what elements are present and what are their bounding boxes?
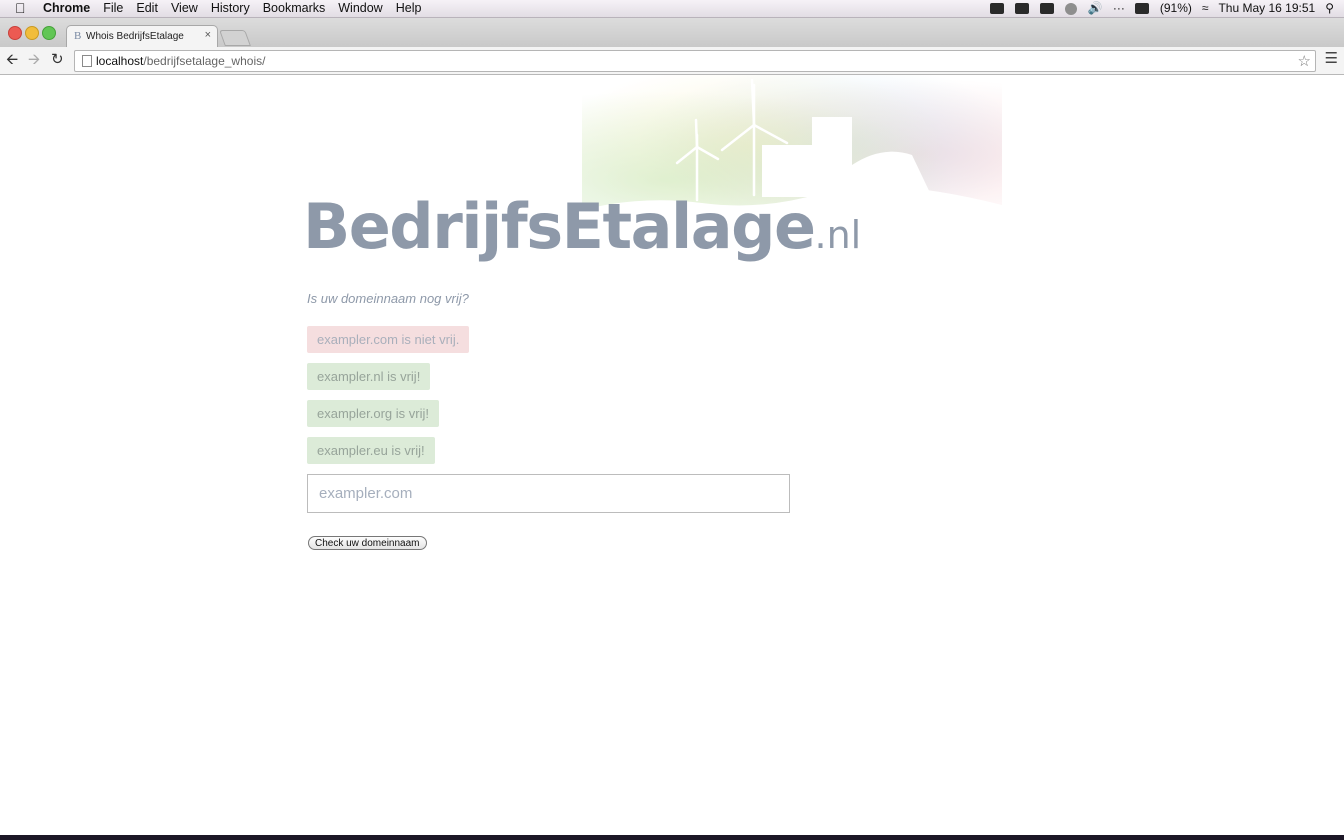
- status-area: 🔊 ··· (91%) ≈ Thu May 16 19:51 ⚲: [989, 0, 1344, 17]
- app-menus: Chrome File Edit View History Bookmarks …: [43, 0, 434, 17]
- reload-icon[interactable]: ↻: [51, 52, 64, 68]
- battery-icon[interactable]: [1134, 3, 1149, 14]
- url-host: localhost: [96, 54, 144, 68]
- menu-help[interactable]: Help: [396, 0, 422, 17]
- chrome-menu-icon[interactable]: ☰: [1325, 51, 1338, 67]
- result-nl: exampler.nl is vrij!: [307, 363, 431, 390]
- menu-file[interactable]: File: [103, 0, 123, 17]
- browser-toolbar: 🡨 🡪 ↻ localhost/bedrijfsetalage_whois/ ☆…: [0, 47, 1344, 75]
- menu-view[interactable]: View: [171, 0, 198, 17]
- menubar-clock[interactable]: Thu May 16 19:51: [1218, 0, 1315, 17]
- browser-tab[interactable]: B Whois BedrijfsEtalage ×: [66, 25, 218, 48]
- domain-input[interactable]: [308, 475, 789, 512]
- url-path: /bedrijfsetalage_whois/: [143, 54, 266, 68]
- shield-status-icon[interactable]: [989, 3, 1004, 14]
- dock-edge: [0, 835, 1344, 840]
- logo-main: BedrijfsEtalage: [303, 190, 816, 263]
- battery-percent: (91%): [1159, 1, 1192, 15]
- new-tab-button[interactable]: [219, 30, 251, 46]
- bookmark-star-icon[interactable]: ☆: [1298, 52, 1311, 70]
- tab-strip: B Whois BedrijfsEtalage ×: [0, 18, 1344, 48]
- back-arrow-icon[interactable]: 🡨: [6, 52, 18, 68]
- result-eu: exampler.eu is vrij!: [307, 437, 435, 464]
- close-window-button[interactable]: [8, 26, 22, 40]
- logo-tld: .nl: [814, 213, 862, 257]
- forward-arrow-icon[interactable]: 🡪: [28, 52, 40, 68]
- wifi-icon[interactable]: ≈: [1202, 0, 1209, 17]
- apple-menu-icon[interactable]: : [15, 0, 26, 17]
- page-content: BedrijfsEtalage.nl Is uw domeinnaam nog …: [0, 75, 1344, 835]
- time-machine-icon[interactable]: [1064, 2, 1077, 15]
- menu-history[interactable]: History: [211, 0, 250, 17]
- menu-edit[interactable]: Edit: [136, 0, 158, 17]
- spotlight-search-icon[interactable]: ⚲: [1325, 0, 1334, 17]
- volume-icon[interactable]: 🔊: [1088, 0, 1103, 17]
- page-icon: [82, 55, 92, 67]
- tab-title: Whois BedrijfsEtalage: [86, 31, 184, 42]
- tab-favicon-icon: B: [74, 30, 82, 42]
- dropbox-icon[interactable]: [1014, 3, 1029, 14]
- display-icon[interactable]: [1039, 3, 1054, 14]
- result-org: exampler.org is vrij!: [307, 400, 439, 427]
- url-text[interactable]: localhost/bedrijfsetalage_whois/: [96, 54, 265, 68]
- dots-icon[interactable]: ···: [1113, 0, 1125, 17]
- domain-input-wrapper: [307, 474, 790, 513]
- page-tagline: Is uw domeinnaam nog vrij?: [307, 291, 469, 306]
- menu-bookmarks[interactable]: Bookmarks: [263, 0, 326, 17]
- tab-close-icon[interactable]: ×: [205, 29, 211, 41]
- check-domain-button[interactable]: Check uw domeinnaam: [308, 536, 427, 550]
- zoom-window-button[interactable]: [42, 26, 56, 40]
- site-logo: BedrijfsEtalage.nl: [303, 187, 861, 275]
- minimize-window-button[interactable]: [25, 26, 39, 40]
- address-bar[interactable]: localhost/bedrijfsetalage_whois/ ☆: [74, 50, 1316, 72]
- macos-menubar:  Chrome File Edit View History Bookmark…: [0, 0, 1344, 18]
- menu-window[interactable]: Window: [338, 0, 382, 17]
- result-com: exampler.com is niet vrij.: [307, 326, 470, 353]
- menu-app-name[interactable]: Chrome: [43, 0, 90, 17]
